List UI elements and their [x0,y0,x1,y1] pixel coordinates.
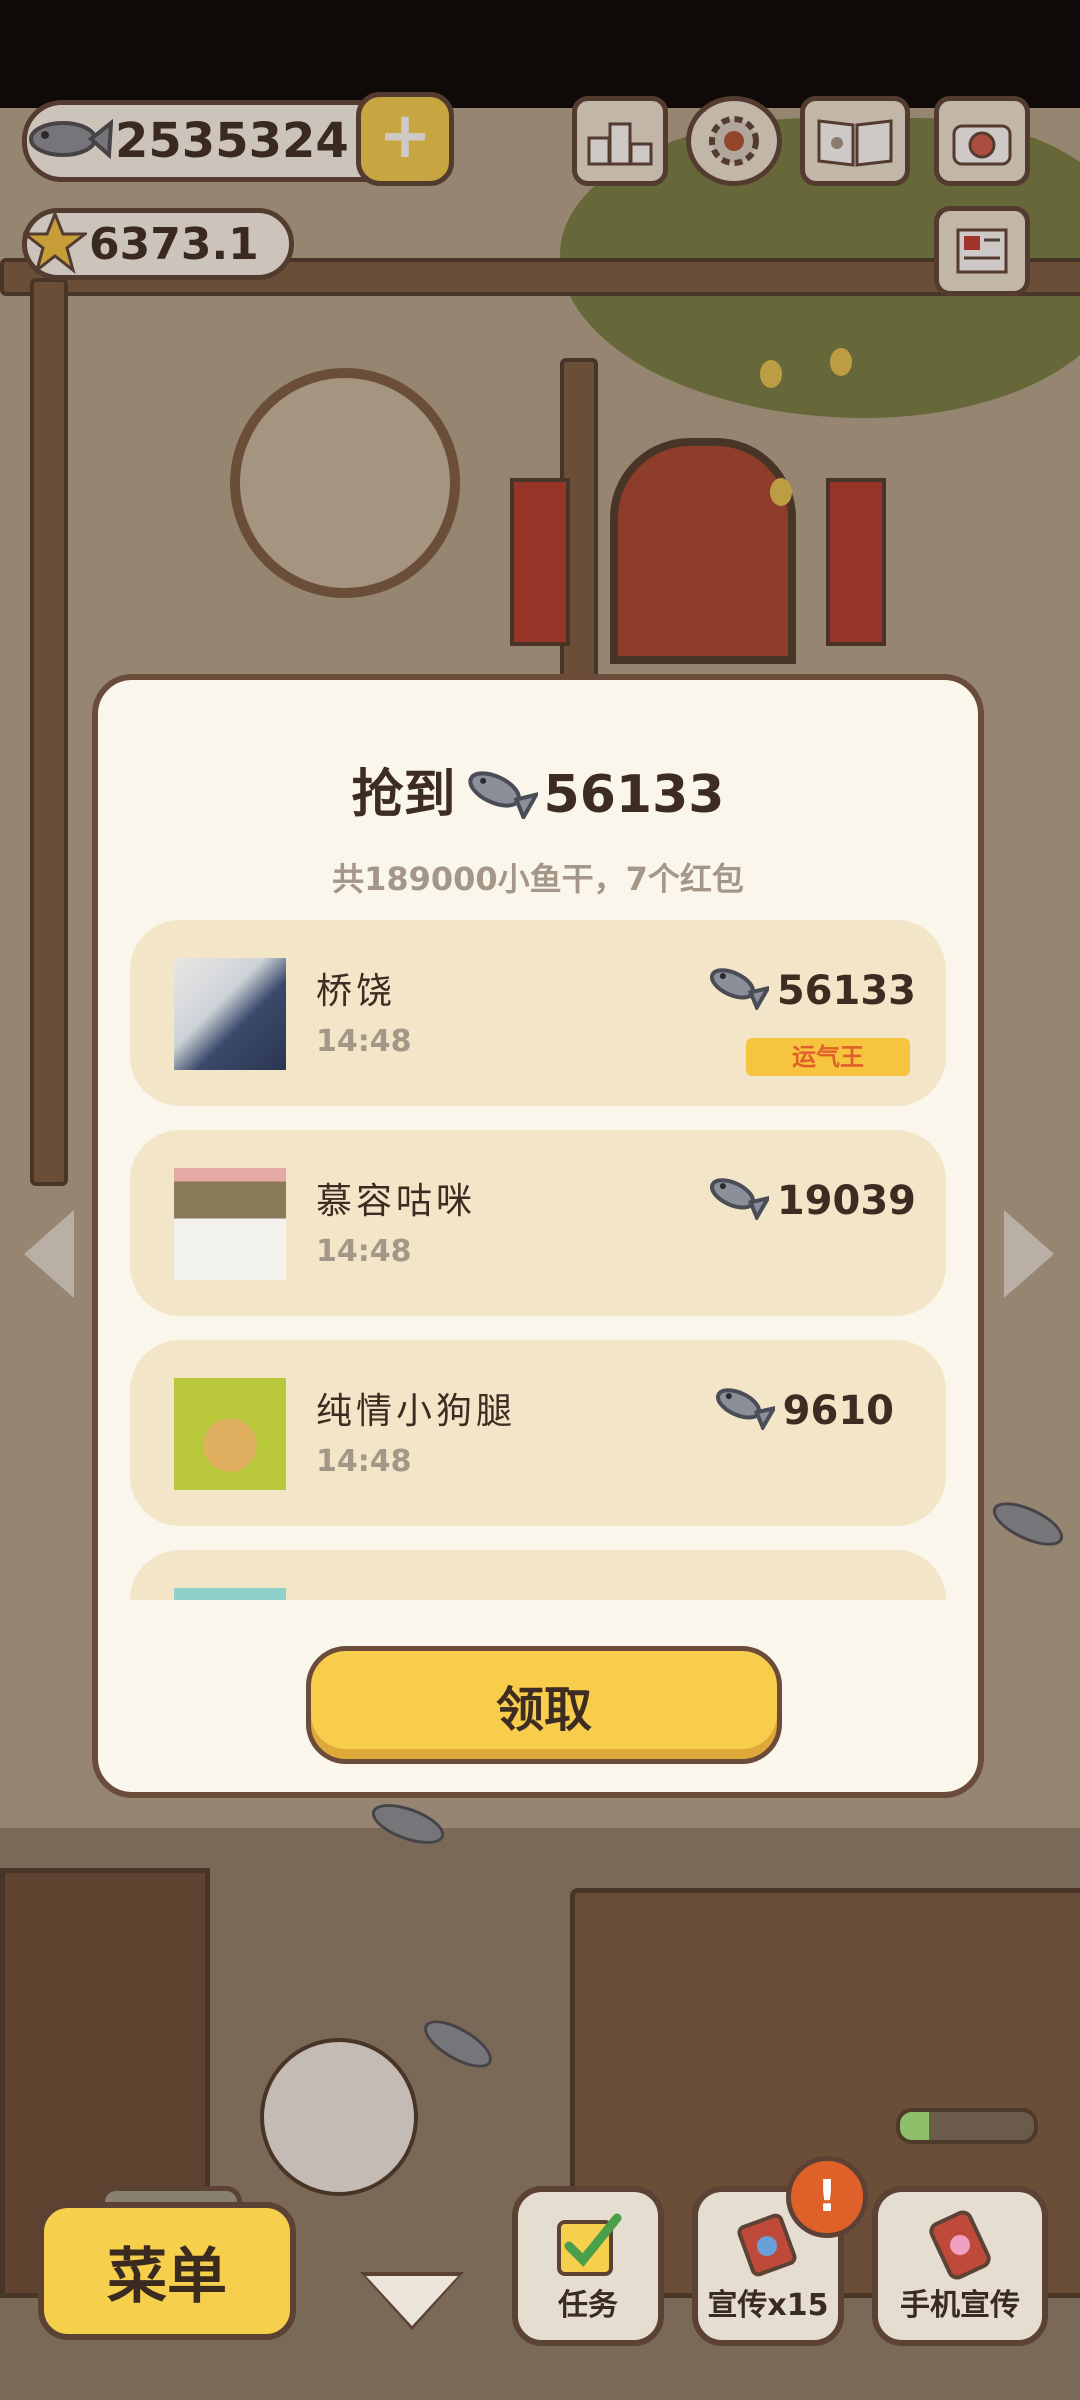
promo-alert-badge: ! [786,2156,868,2238]
avatar [174,1588,286,1600]
dialog-subtitle: 共189000小鱼干，7个红包 [332,860,744,898]
flyer-icon [733,2210,803,2284]
grab-time: 14:48 [316,1234,412,1269]
claim-button[interactable]: 领取 [306,1646,782,1764]
list-item [130,1550,946,1600]
menu-button[interactable]: 菜单 [38,2202,296,2340]
grab-time: 14:48 [316,1444,412,1479]
title-amount: 56133 [543,765,725,825]
grab-amount: 19039 [705,1172,916,1230]
avatar [174,1168,286,1280]
grab-amount: 9610 [711,1382,894,1440]
list-item: 慕容咕咪 14:48 19039 [130,1130,946,1316]
dialog-title: 抢到 56133 [98,752,978,832]
fish-icon [705,962,772,1020]
red-packet-result-dialog: 抢到 56133 共189000小鱼干，7个红包 桥饶 14:48 56133 运… [92,674,984,1798]
fish-icon [711,1382,778,1440]
phone-icon [925,2210,995,2284]
amount-value: 9610 [782,1388,894,1434]
fish-icon [462,765,540,832]
phone-promo-label: 手机宣传 [900,2288,1020,2323]
player-name: 桥饶 [316,971,397,1012]
luck-king-badge: 运气王 [746,1038,910,1076]
phone-promo-button[interactable]: 手机宣传 [872,2186,1048,2346]
checkbox-check-icon [553,2210,623,2284]
title-prefix: 抢到 [351,765,456,825]
amount-value: 19039 [776,1178,916,1224]
amount-value: 56133 [776,968,916,1014]
brew-progress-bar [896,2108,1038,2144]
list-item: 纯情小狗腿 14:48 9610 [130,1340,946,1526]
grab-time: 14:48 [316,1024,412,1059]
brew-progress-fill [900,2112,930,2140]
promo-label: 宣传x15 [707,2288,829,2323]
fish-icon [705,1172,772,1230]
task-button[interactable]: 任务 [512,2186,664,2346]
avatar [174,958,286,1070]
player-name: 慕容咕咪 [316,1181,477,1222]
list-item: 桥饶 14:48 56133 运气王 [130,920,946,1106]
avatar [174,1378,286,1490]
collapse-down-icon[interactable] [366,2276,458,2326]
player-name: 纯情小狗腿 [316,1391,517,1432]
task-label: 任务 [558,2288,618,2323]
grab-amount: 56133 [705,962,916,1020]
winners-list[interactable]: 桥饶 14:48 56133 运气王 慕容咕咪 14:48 19039 纯情小狗… [130,920,946,1600]
